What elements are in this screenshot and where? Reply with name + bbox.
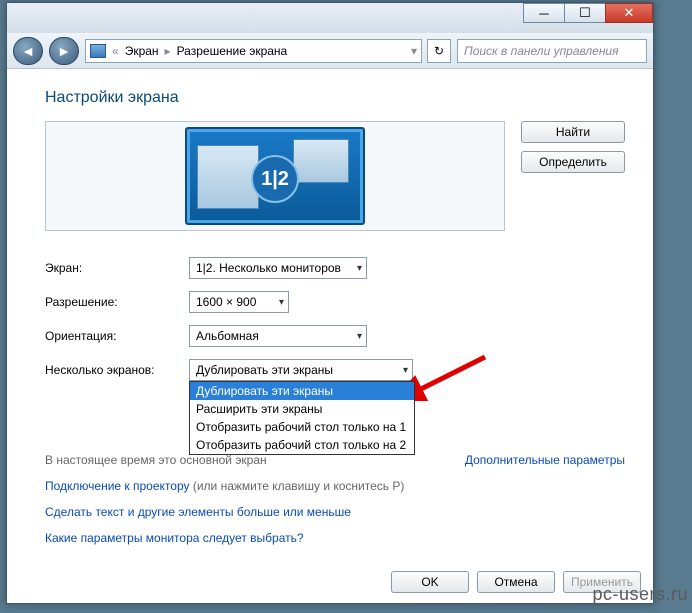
multi-screen-dropdown: Дублировать эти экраны Расширить эти экр… xyxy=(189,381,415,455)
resolution-select[interactable]: 1600 × 900 xyxy=(189,291,289,313)
refresh-button[interactable]: ↻ xyxy=(427,39,451,63)
multi-option[interactable]: Дублировать эти экраны xyxy=(190,382,414,400)
page-title: Настройки экрана xyxy=(45,89,625,107)
monitors-graphic: 1|2 xyxy=(185,127,365,225)
screen-select[interactable]: 1|2. Несколько мониторов xyxy=(189,257,367,279)
projector-hint: (или нажмите клавишу и коснитесь P) xyxy=(190,479,405,493)
multi-option[interactable]: Расширить эти экраны xyxy=(190,400,414,418)
navbar: ◄ ► « Экран ▸ Разрешение экрана ▾ ↻ Поис… xyxy=(7,33,653,69)
breadcrumb-sep: « xyxy=(112,44,119,58)
find-button[interactable]: Найти xyxy=(521,121,625,143)
back-button[interactable]: ◄ xyxy=(13,37,43,65)
resolution-label: Разрешение: xyxy=(45,295,189,309)
multi-label: Несколько экранов: xyxy=(45,363,189,377)
projector-link[interactable]: Подключение к проектору xyxy=(45,479,190,493)
multi-option[interactable]: Отобразить рабочий стол только на 1 xyxy=(190,418,414,436)
ok-button[interactable]: OK xyxy=(391,571,469,593)
monitor-2[interactable] xyxy=(293,139,349,183)
multi-screen-select[interactable]: Дублировать эти экраны Дублировать эти э… xyxy=(189,359,413,381)
orientation-select[interactable]: Альбомная xyxy=(189,325,367,347)
identify-button[interactable]: Определить xyxy=(521,151,625,173)
dropdown-icon[interactable]: ▾ xyxy=(411,44,417,58)
control-panel-icon xyxy=(90,44,106,58)
monitor-1[interactable] xyxy=(197,145,259,209)
screen-label: Экран: xyxy=(45,261,189,275)
multi-option[interactable]: Отобразить рабочий стол только на 2 xyxy=(190,436,414,454)
current-display-text: В настоящее время это основной экран xyxy=(45,453,267,467)
advanced-link[interactable]: Дополнительные параметры xyxy=(465,453,625,467)
content-area: Настройки экрана 1|2 Найти Определить Эк… xyxy=(7,69,653,545)
breadcrumb-item[interactable]: Экран xyxy=(125,44,159,58)
which-monitor-link[interactable]: Какие параметры монитора следует выбрать… xyxy=(45,531,304,545)
breadcrumb-item[interactable]: Разрешение экрана xyxy=(177,44,288,58)
close-button[interactable]: ✕ xyxy=(605,3,653,23)
monitor-preview[interactable]: 1|2 xyxy=(45,121,505,231)
forward-button[interactable]: ► xyxy=(49,37,79,65)
minimize-button[interactable]: ─ xyxy=(523,3,565,23)
search-input[interactable]: Поиск в панели управления xyxy=(457,39,647,63)
maximize-button[interactable]: ☐ xyxy=(564,3,606,23)
textsize-link[interactable]: Сделать текст и другие элементы больше и… xyxy=(45,505,351,519)
search-placeholder: Поиск в панели управления xyxy=(464,44,619,58)
orientation-label: Ориентация: xyxy=(45,329,189,343)
watermark: pc-users.ru xyxy=(592,584,688,605)
address-bar[interactable]: « Экран ▸ Разрешение экрана ▾ xyxy=(85,39,422,63)
breadcrumb-sep: ▸ xyxy=(165,44,171,58)
titlebar: ─ ☐ ✕ xyxy=(7,3,653,33)
cancel-button[interactable]: Отмена xyxy=(477,571,555,593)
monitor-badge: 1|2 xyxy=(251,155,299,203)
control-panel-window: ─ ☐ ✕ ◄ ► « Экран ▸ Разрешение экрана ▾ … xyxy=(6,2,654,604)
